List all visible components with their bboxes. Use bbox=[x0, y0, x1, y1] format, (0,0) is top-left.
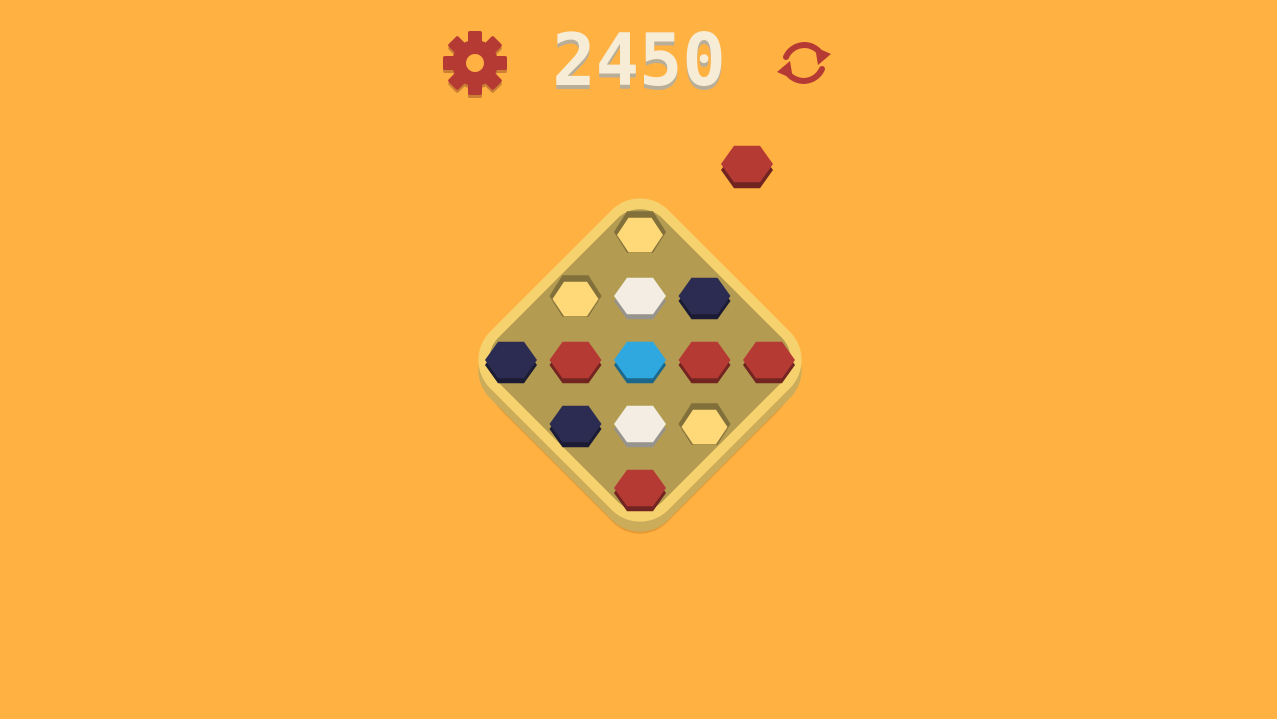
next-piece[interactable] bbox=[721, 145, 773, 189]
game-board bbox=[478, 198, 802, 534]
restart-icon bbox=[777, 42, 831, 84]
score-display: 2450 2450 bbox=[552, 18, 725, 106]
gear-icon bbox=[443, 31, 507, 98]
restart-button[interactable] bbox=[777, 37, 831, 89]
hud: 2450 2450 bbox=[443, 18, 831, 106]
settings-button[interactable] bbox=[443, 31, 507, 98]
game-canvas: 2450 2450 bbox=[443, 18, 831, 534]
score-value: 2450 bbox=[552, 18, 725, 102]
